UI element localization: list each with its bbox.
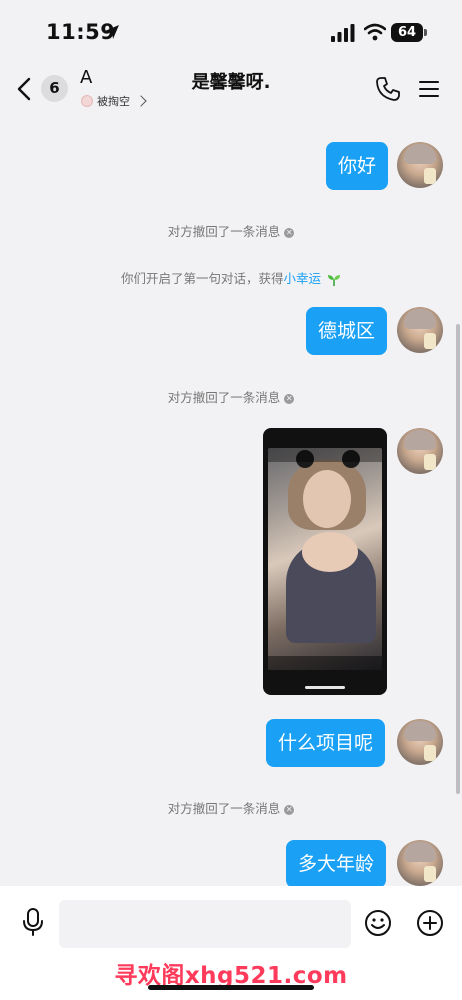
status-icon [81, 95, 93, 107]
message-bubble[interactable]: 什么项目呢 [266, 719, 386, 767]
emoji-icon[interactable] [364, 909, 392, 937]
thumbnail-figure-skin [302, 532, 358, 572]
system-message: 对方撤回了一条消息 ✕ [0, 387, 462, 406]
input-bar: 寻欢阁xhg521.com [0, 886, 462, 1000]
plus-icon[interactable] [416, 909, 444, 937]
avatar[interactable] [397, 428, 443, 474]
battery-cap [424, 29, 427, 36]
avatar[interactable] [397, 719, 443, 765]
video-message[interactable] [263, 428, 387, 695]
system-message-text: 对方撤回了一条消息 [167, 801, 281, 816]
wifi-icon [364, 23, 386, 41]
thumbnail-figure-face [303, 470, 351, 528]
close-icon: ✕ [284, 804, 295, 815]
message-bubble[interactable]: 你好 [326, 142, 389, 190]
microphone-icon[interactable] [21, 908, 45, 936]
video-handle [305, 686, 345, 689]
system-message: 你们开启了第一句对话，获得小幸运 [0, 268, 462, 287]
contact-status[interactable]: 被掏空 [81, 93, 147, 109]
thumbnail-top-bar [268, 448, 382, 462]
sprout-icon [328, 274, 340, 286]
system-message-text: 你们开启了第一句对话，获得 [120, 271, 284, 286]
message-bubble[interactable]: 德城区 [306, 307, 388, 355]
chevron-right-icon [135, 95, 147, 107]
lucky-link[interactable]: 小幸运 [284, 271, 322, 286]
system-message: 对方撤回了一条消息 ✕ [0, 798, 462, 817]
battery-level: 64 [391, 23, 423, 42]
chat-header: 6 A 被掏空 是馨馨呀. [0, 64, 462, 116]
home-indicator [148, 985, 314, 990]
message-input[interactable] [59, 900, 351, 948]
close-icon: ✕ [284, 393, 295, 404]
avatar[interactable] [397, 840, 443, 886]
system-message-text: 对方撤回了一条消息 [167, 224, 281, 239]
close-icon: ✕ [284, 227, 295, 238]
message-list[interactable]: 你好 对方撤回了一条消息 ✕ 你们开启了第一句对话，获得小幸运 德城区 对方撤回了… [0, 116, 462, 888]
signal-icon [331, 24, 355, 42]
avatar[interactable] [397, 307, 443, 353]
scrollbar[interactable] [456, 324, 460, 794]
contact-status-label: 被掏空 [97, 95, 130, 108]
video-thumbnail [268, 448, 382, 670]
location-arrow-icon [105, 25, 119, 39]
thumbnail-bottom-bar [268, 656, 382, 670]
menu-icon[interactable] [418, 78, 440, 100]
message-bubble[interactable]: 多大年龄 [286, 840, 387, 888]
status-bar: 11:59 64 [0, 0, 462, 64]
system-message: 对方撤回了一条消息 ✕ [0, 221, 462, 240]
system-message-text: 对方撤回了一条消息 [167, 390, 281, 405]
phone-icon[interactable] [375, 76, 401, 102]
avatar[interactable] [397, 142, 443, 188]
